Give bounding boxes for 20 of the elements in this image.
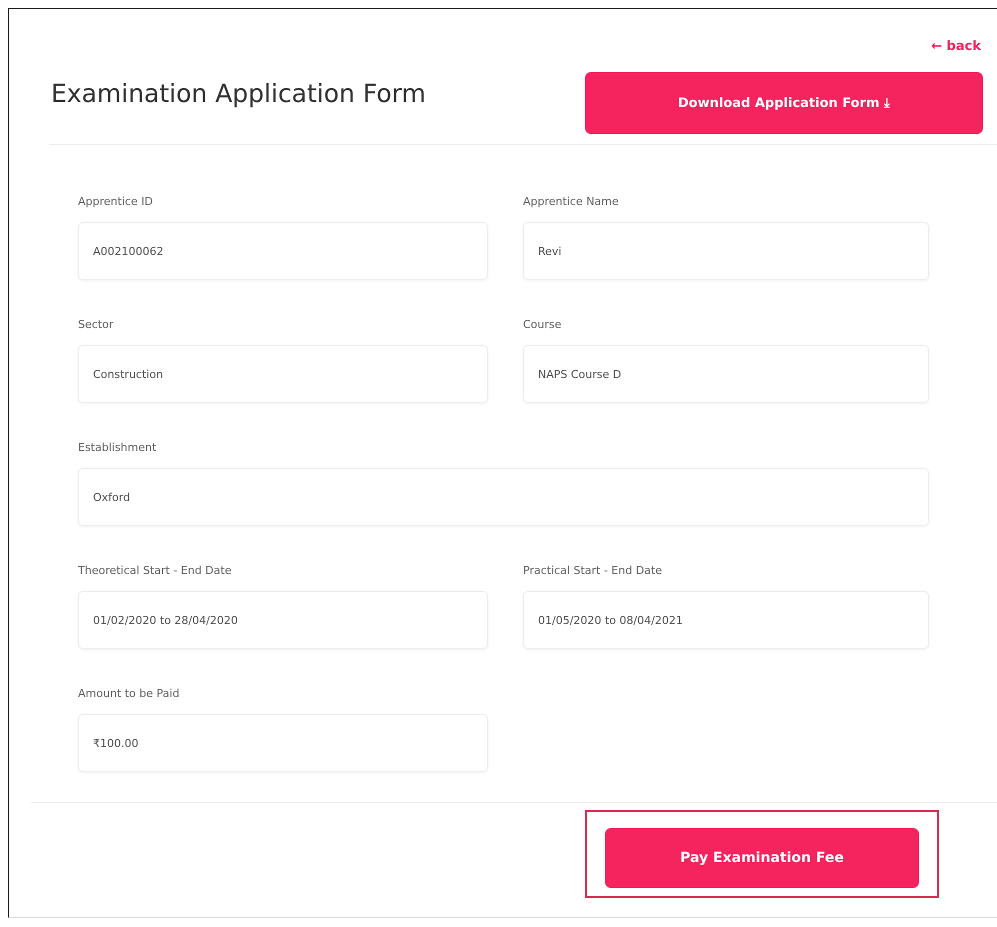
field-label: Theoretical Start - End Date (78, 564, 232, 577)
back-link[interactable]: ← back (931, 39, 981, 54)
field-label: Practical Start - End Date (523, 564, 663, 577)
input-field[interactable]: Construction (78, 345, 488, 403)
input-field[interactable]: 01/05/2020 to 08/04/2021 (523, 591, 929, 649)
input-field[interactable]: Revi (523, 222, 929, 280)
field-label: Sector (78, 318, 114, 331)
input-field[interactable]: ₹100.00 (78, 714, 488, 772)
field-label: Establishment (78, 441, 158, 454)
field-label: Amount to be Paid (78, 687, 180, 700)
input-field[interactable]: 01/02/2020 to 28/04/2020 (78, 591, 488, 649)
field-label: Apprentice ID (78, 195, 154, 208)
pay-button[interactable]: Pay Examination Fee (605, 828, 919, 888)
page-title: Examination Application Form (51, 79, 426, 108)
field-label: Course (523, 318, 562, 331)
download-button[interactable]: Download Application Form ⤓ (585, 72, 983, 134)
input-field[interactable]: NAPS Course D (523, 345, 929, 403)
input-field[interactable]: Oxford (78, 468, 929, 526)
field-label: Apprentice Name (523, 195, 620, 208)
input-field[interactable]: A002100062 (78, 222, 488, 280)
